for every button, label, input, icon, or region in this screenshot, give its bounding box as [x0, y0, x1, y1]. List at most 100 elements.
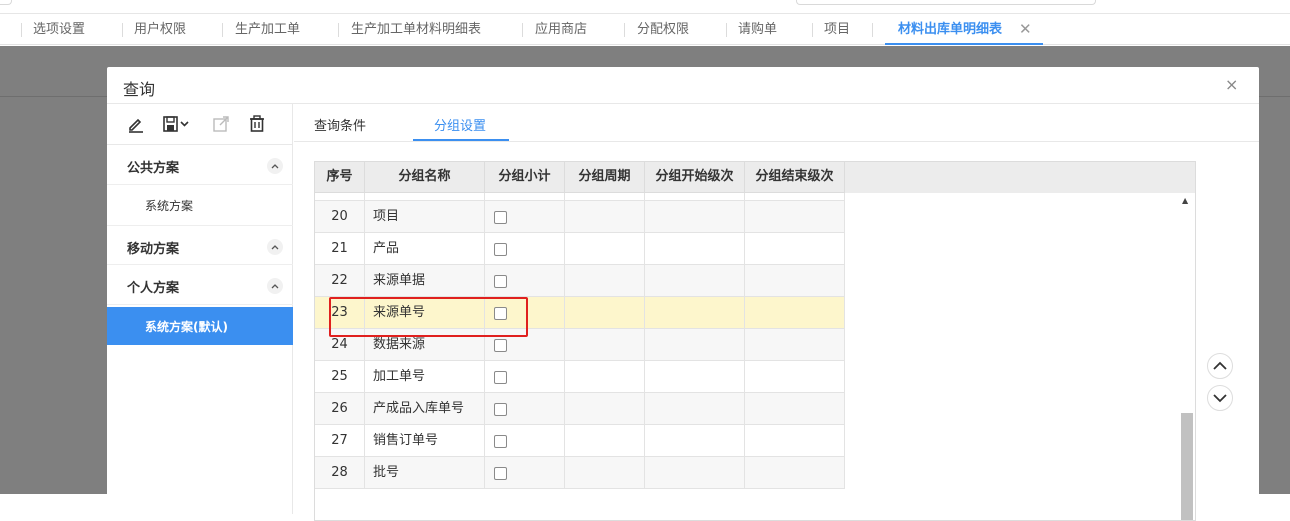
scheme-sidebar: 公共方案 系统方案 移动方案 个人方案 系统方案(默认) [107, 104, 293, 514]
tab-production-order[interactable]: 生产加工单 [235, 14, 300, 45]
active-tab-indicator [413, 139, 509, 141]
subtotal-checkbox[interactable] [494, 371, 507, 384]
scrollbar-thumb[interactable] [1181, 413, 1193, 520]
empty-cell [565, 425, 645, 457]
table-row[interactable]: 28 批号 [315, 457, 845, 489]
sidebar-toolbar [107, 104, 293, 145]
tab-project[interactable]: 项目 [824, 14, 850, 45]
dialog-header: 查询 × [107, 67, 1259, 104]
tab-production-material-detail[interactable]: 生产加工单材料明细表 [351, 14, 481, 45]
subtotal-checkbox[interactable] [494, 403, 507, 416]
empty-cell [745, 233, 845, 265]
close-icon[interactable]: × [1225, 75, 1238, 94]
scroll-up-icon[interactable]: ▲ [1182, 196, 1188, 205]
grid-header: 序号 分组名称 分组小计 分组周期 分组开始级次 分组结束级次 [315, 162, 1195, 193]
tab-options[interactable]: 选项设置 [33, 14, 85, 45]
move-down-button[interactable] [1207, 385, 1233, 411]
empty-cell [645, 233, 745, 265]
tab-purchase-request[interactable]: 请购单 [738, 14, 777, 45]
chevron-down-icon [1213, 394, 1227, 403]
empty-cell [565, 393, 645, 425]
empty-cell [565, 329, 645, 361]
save-icon[interactable] [162, 114, 192, 134]
toolbar-fragment [0, 0, 12, 5]
chevron-up-icon [1213, 361, 1227, 370]
empty-cell [745, 329, 845, 361]
row-number: 22 [315, 265, 365, 297]
group-name-cell: 批号 [365, 457, 485, 489]
column-header: 分组开始级次 [645, 162, 745, 193]
subtotal-cell [485, 393, 565, 425]
edit-icon[interactable] [126, 114, 146, 134]
tab-app-store[interactable]: 应用商店 [535, 14, 587, 45]
subtotal-checkbox[interactable] [494, 435, 507, 448]
empty-cell [645, 457, 745, 489]
empty-cell [565, 265, 645, 297]
empty-cell [645, 361, 745, 393]
empty-cell [645, 297, 745, 329]
group-name-cell: 产品 [365, 233, 485, 265]
empty-cell [745, 393, 845, 425]
export-icon[interactable] [211, 114, 231, 134]
tab-material-issue-detail[interactable]: 材料出库单明细表 [898, 14, 1002, 45]
scheme-item-system[interactable]: 系统方案 [107, 186, 293, 224]
tab-close-icon[interactable]: ✕ [1019, 14, 1032, 45]
top-strip [0, 0, 1290, 14]
group-public-schemes[interactable]: 公共方案 [107, 145, 293, 185]
group-name-cell: 销售订单号 [365, 425, 485, 457]
subtotal-cell [485, 265, 565, 297]
empty-cell [745, 201, 845, 233]
column-header: 分组周期 [565, 162, 645, 193]
subtotal-checkbox[interactable] [494, 243, 507, 256]
group-name-cell: 加工单号 [365, 361, 485, 393]
scheme-label: 系统方案 [145, 199, 194, 213]
annotation-highlight-box [329, 297, 528, 337]
tab-query-conditions[interactable]: 查询条件 [314, 115, 366, 134]
tab-group-settings[interactable]: 分组设置 [434, 115, 486, 134]
chevron-up-icon[interactable] [267, 158, 283, 174]
subtotal-checkbox[interactable] [494, 211, 507, 224]
empty-cell [745, 265, 845, 297]
group-title: 个人方案 [127, 281, 180, 296]
empty-cell [745, 361, 845, 393]
query-dialog: 查询 × 公共方案 系统方案 移动方案 个人方案 系统方案(默认) 查询条件 分… [107, 67, 1259, 521]
search-box-fragment[interactable] [796, 0, 1096, 5]
scheme-item-system-default[interactable]: 系统方案(默认) [107, 307, 293, 345]
group-mobile-schemes[interactable]: 移动方案 [107, 225, 293, 265]
chevron-up-icon[interactable] [267, 239, 283, 255]
table-row[interactable]: 27 销售订单号 [315, 425, 845, 457]
empty-cell [745, 425, 845, 457]
subtotal-cell [485, 201, 565, 233]
tab-user-permissions[interactable]: 用户权限 [134, 14, 186, 45]
table-row[interactable]: 26 产成品入库单号 [315, 393, 845, 425]
subtotal-checkbox[interactable] [494, 467, 507, 480]
subtotal-cell [485, 457, 565, 489]
column-header: 分组结束级次 [745, 162, 845, 193]
table-row[interactable]: 20 项目 [315, 201, 845, 233]
empty-cell [745, 457, 845, 489]
vertical-scrollbar[interactable]: ▲ [1181, 193, 1195, 520]
table-row[interactable]: 22 来源单据 [315, 265, 845, 297]
move-up-button[interactable] [1207, 353, 1233, 379]
delete-icon[interactable] [247, 114, 267, 134]
table-row-partial [315, 193, 845, 201]
scheme-label: 系统方案(默认) [145, 320, 228, 334]
empty-cell [565, 297, 645, 329]
column-header: 序号 [315, 162, 365, 193]
group-settings-grid: 序号 分组名称 分组小计 分组周期 分组开始级次 分组结束级次 20 项目 21 产品… [314, 161, 1196, 521]
tab-assign-permissions[interactable]: 分配权限 [637, 14, 689, 45]
column-header: 分组小计 [485, 162, 565, 193]
tab-bar: 选项设置 用户权限 生产加工单 生产加工单材料明细表 应用商店 分配权限 请购单… [0, 14, 1290, 45]
table-row[interactable]: 25 加工单号 [315, 361, 845, 393]
empty-cell [645, 265, 745, 297]
row-number: 26 [315, 393, 365, 425]
table-row[interactable]: 21 产品 [315, 233, 845, 265]
group-name-cell: 产成品入库单号 [365, 393, 485, 425]
dialog-title: 查询 [123, 80, 156, 99]
row-number: 21 [315, 233, 365, 265]
chevron-up-icon[interactable] [267, 278, 283, 294]
subtotal-checkbox[interactable] [494, 339, 507, 352]
empty-cell [645, 425, 745, 457]
group-personal-schemes[interactable]: 个人方案 [107, 265, 293, 305]
subtotal-checkbox[interactable] [494, 275, 507, 288]
